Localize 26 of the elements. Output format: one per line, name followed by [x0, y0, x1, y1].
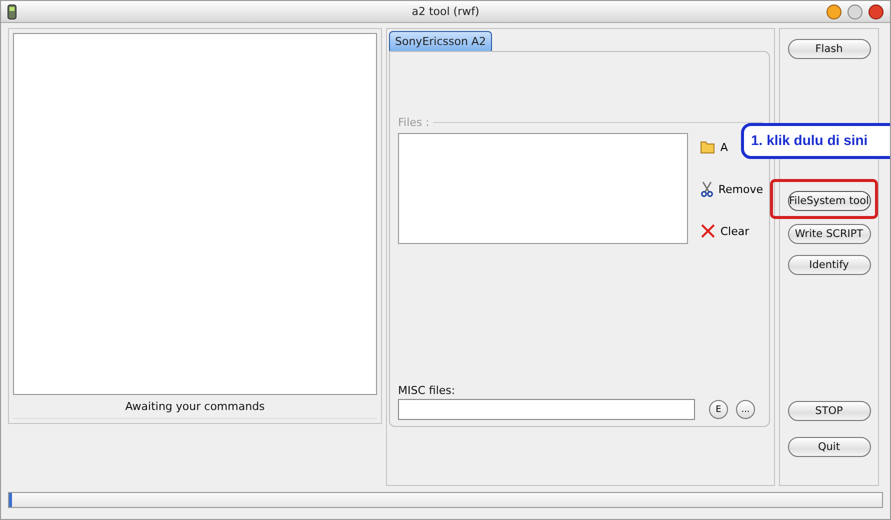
side-button[interactable]: Flash — [788, 39, 870, 59]
file-action-button[interactable]: Clear — [700, 221, 750, 241]
tab[interactable]: SonyEricsson A2 — [389, 31, 492, 51]
misc-files-label: MISC files: — [398, 384, 456, 397]
close-button[interactable] — [868, 4, 884, 20]
status-text: Awaiting your commands — [13, 395, 377, 419]
misc-files-field[interactable] — [398, 399, 695, 420]
misc-button[interactable]: E — [709, 400, 728, 419]
folder-icon — [700, 140, 716, 154]
side-button[interactable]: FileSystem tool — [788, 191, 870, 211]
maximize-button[interactable] — [847, 4, 863, 20]
side-button[interactable]: Quit — [788, 437, 870, 457]
files-label: Files : — [398, 116, 430, 129]
side-button[interactable]: STOP — [788, 401, 870, 421]
misc-button[interactable]: ... — [736, 400, 755, 419]
side-button[interactable]: Write SCRIPT — [788, 224, 870, 244]
files-list[interactable] — [398, 133, 688, 244]
file-action-button[interactable]: Remove — [700, 179, 763, 199]
phone-icon — [7, 4, 17, 20]
minimize-button[interactable] — [826, 4, 842, 20]
callout-tooltip: 1. klik dulu di sini — [741, 123, 890, 159]
cross-icon — [700, 223, 716, 239]
scissors-icon — [700, 181, 714, 197]
window-title: a2 tool (rwf) — [410, 5, 480, 18]
side-button[interactable]: Identify — [788, 255, 870, 275]
file-action-button[interactable]: A — [700, 137, 728, 157]
